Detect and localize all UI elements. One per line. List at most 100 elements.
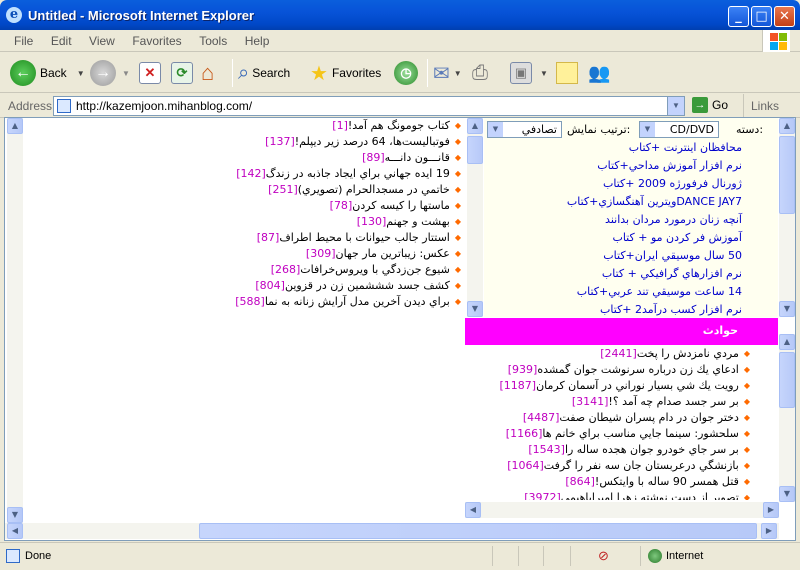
category-link[interactable]: آموزش فر كردن مو + كتاب — [612, 231, 742, 244]
scroll-left-icon[interactable]: ◀ — [7, 523, 23, 539]
list-item[interactable]: ◆ براي ديدن آخرين مدل آرايش زنانه به نما[… — [235, 295, 461, 308]
category-link[interactable]: DANCE JAY7ويترين آهنگسازي+كتاب — [567, 195, 742, 208]
forward-button[interactable]: → ▼ — [90, 58, 130, 88]
scroll-up-icon[interactable]: ▲ — [779, 334, 795, 350]
menu-view[interactable]: View — [89, 34, 115, 48]
search-button[interactable]: ⌕ Search — [238, 58, 290, 88]
category-link[interactable]: محافظان اينترنت +كتاب — [629, 141, 742, 154]
item-count: [864] — [565, 475, 595, 488]
category-link[interactable]: آنچه زنان درمورد مردان بدانند — [605, 213, 742, 226]
menu-edit[interactable]: Edit — [51, 34, 72, 48]
category-right-scrollbar[interactable]: ▲ ▼ — [779, 118, 795, 317]
scroll-down-icon[interactable]: ▼ — [779, 486, 795, 502]
item-count: [130] — [356, 215, 387, 228]
item-title: فوتباليست‌ها، 64 درصد زير ديپلم! — [294, 135, 450, 148]
edit-button[interactable]: ▣ ▼ — [510, 58, 548, 88]
messenger-button[interactable]: 👥 — [588, 58, 610, 88]
list-item[interactable]: ◆ قانـــون دانـــه [89] — [362, 151, 461, 164]
list-item[interactable]: ◆ فوتباليست‌ها، 64 درصد زير ديپلم! [137] — [265, 135, 461, 148]
list-item[interactable]: ◆ استتار جالب حيوانات با محيط اطراف [87] — [257, 231, 461, 244]
scrollbar-thumb[interactable] — [779, 136, 795, 214]
edit-dropdown-icon: ▼ — [540, 68, 548, 78]
list-item[interactable]: ◆ كتاب جومونگ هم آمد! [1] — [332, 119, 461, 132]
title-bar[interactable]: e Untitled - Microsoft Internet Explorer… — [0, 0, 800, 30]
scroll-left-icon[interactable]: ◀ — [465, 502, 481, 518]
links-button[interactable]: Links — [743, 94, 779, 118]
list-item[interactable]: ◆ عكس: زيباترين مار جهان [309] — [306, 247, 461, 260]
back-button[interactable]: ← Back ▼ — [10, 58, 85, 88]
refresh-button[interactable]: ⟳ — [171, 58, 193, 88]
list-item[interactable]: ◆ مردي نامزدش را پخت [2441] — [600, 347, 750, 360]
list-item[interactable]: ◆ شيوع جن‌زدگي با ويروس‌خرافات [268] — [271, 263, 461, 276]
list-item[interactable]: ◆ بهشت و جهنم [130] — [357, 215, 461, 228]
menu-tools[interactable]: Tools — [199, 34, 227, 48]
scrollbar-thumb[interactable] — [199, 523, 757, 539]
list-item[interactable]: ◆ بر سر جسد صدام چه آمد ؟! [3141] — [572, 395, 750, 408]
category-link[interactable]: ژورنال فرفورژه 2009 +كتاب — [603, 177, 742, 190]
scroll-up-icon[interactable]: ▲ — [7, 118, 23, 134]
news-scrollbar[interactable]: ▲ ▼ — [779, 334, 795, 502]
item-title: كتاب جومونگ هم آمد! — [347, 119, 450, 132]
left-frame-scrollbar[interactable]: ▲ ▼ — [7, 118, 23, 523]
scroll-right-icon[interactable]: ▶ — [761, 523, 777, 539]
list-item[interactable]: ◆ بر سر جاي خودرو جوان هجده ساله را [1543] — [528, 443, 750, 456]
scroll-up-icon[interactable]: ▲ — [779, 118, 795, 134]
scrollbar-thumb[interactable] — [779, 352, 795, 408]
minimize-button[interactable]: _ — [728, 6, 749, 27]
close-button[interactable]: ✕ — [774, 6, 795, 27]
print-button[interactable]: ⎙ — [472, 58, 488, 88]
menu-file[interactable]: File — [14, 34, 33, 48]
item-count: [3972] — [524, 491, 561, 500]
list-item[interactable]: ◆ دختر جوان در دام پسران شيطان صفت [4487] — [523, 411, 750, 424]
menu-favorites[interactable]: Favorites — [132, 34, 181, 48]
list-item[interactable]: ◆ خاتمي در مسجدالحرام (تصويري) [251] — [268, 183, 461, 196]
category-link[interactable]: 50 سال موسيقي ايران+كتاب — [603, 249, 742, 262]
scroll-right-icon[interactable]: ▶ — [763, 502, 779, 518]
category-select[interactable]: ▼ CD/DVD — [639, 121, 719, 138]
item-count: [1064] — [507, 459, 544, 472]
list-item[interactable]: ◆ قتل همسر 90 ساله با وايتكس! [864] — [565, 475, 750, 488]
category-link[interactable]: نرم افزار كسب درآمد2 +كتاب — [600, 303, 742, 316]
history-button[interactable]: ◷ — [394, 58, 418, 88]
discuss-button[interactable] — [556, 58, 578, 88]
address-dropdown-icon[interactable]: ▼ — [667, 97, 684, 115]
category-link[interactable]: نرم افزارهاي گرافيكي + كتاب — [602, 267, 742, 280]
internet-zone-icon — [648, 549, 662, 563]
list-item[interactable]: ◆ ادعاي يك زن درباره سرنوشت جوان گمشده [93… — [508, 363, 750, 376]
list-item[interactable]: ◆ رويت يك شي بسيار نوراني در آسمان كرمان[… — [499, 379, 750, 392]
address-bar: Address http://kazemjoon.mihanblog.com/ … — [0, 94, 800, 118]
popup-blocked-icon[interactable]: ⊘ — [598, 548, 609, 564]
home-button[interactable]: ⌂ — [201, 58, 214, 88]
scroll-up-icon[interactable]: ▲ — [467, 118, 483, 134]
mail-button[interactable]: ✉ ▼ — [433, 58, 462, 88]
list-item[interactable]: ◆ تصوير از دست نوشته زهرا اميراباهيمي [397… — [524, 491, 750, 500]
list-item[interactable]: ◆ كشف جسد شششمين زن در قزوين [804] — [255, 279, 461, 292]
category-link[interactable]: 14 ساعت موسيقي تند عربي+كتاب — [577, 285, 742, 298]
scroll-down-icon[interactable]: ▼ — [779, 301, 795, 317]
favorites-button[interactable]: ★ Favorites — [310, 58, 381, 88]
scrollbar-thumb[interactable] — [467, 136, 483, 164]
menu-help[interactable]: Help — [245, 34, 270, 48]
bullet-icon: ◆ — [743, 365, 750, 374]
messenger-icon: 👥 — [588, 62, 611, 83]
list-item[interactable]: ◆ 19 ايده جهاني براي ايجاد جاذبه در زندگ[… — [236, 167, 461, 180]
list-item[interactable]: ◆ ماستها را كيسه كردن [78] — [330, 199, 461, 212]
go-label: Go — [712, 98, 729, 112]
address-input[interactable]: http://kazemjoon.mihanblog.com/ ▼ — [53, 96, 685, 116]
back-dropdown-icon[interactable]: ▼ — [77, 69, 85, 78]
scroll-down-icon[interactable]: ▼ — [7, 507, 23, 523]
status-bar: Done ⊘ Internet — [0, 542, 800, 570]
forward-dropdown-icon[interactable]: ▼ — [122, 69, 130, 78]
news-horizontal-scrollbar[interactable]: ◀ ▶ — [465, 502, 779, 518]
go-button[interactable]: → Go — [692, 97, 728, 113]
item-count: [1166] — [505, 427, 543, 440]
scroll-down-icon[interactable]: ▼ — [467, 301, 483, 317]
category-link[interactable]: نرم افزار آموزش مداحي+كتاب — [597, 159, 742, 172]
maximize-button[interactable]: □ — [751, 6, 772, 27]
category-scrollbar[interactable]: ▲ ▼ — [467, 118, 483, 317]
sort-select[interactable]: ▼ تصادفي — [487, 121, 562, 138]
list-item[interactable]: ◆ بازنشگي درعربستان جان سه نفر را گرفت [10… — [507, 459, 750, 472]
main-horizontal-scrollbar[interactable]: ◀ ▶ — [5, 523, 779, 539]
list-item[interactable]: ◆ سلحشور: سينما جايي مناسب براي خانم ها [1… — [506, 427, 750, 440]
stop-button[interactable]: ✕ — [139, 58, 161, 88]
